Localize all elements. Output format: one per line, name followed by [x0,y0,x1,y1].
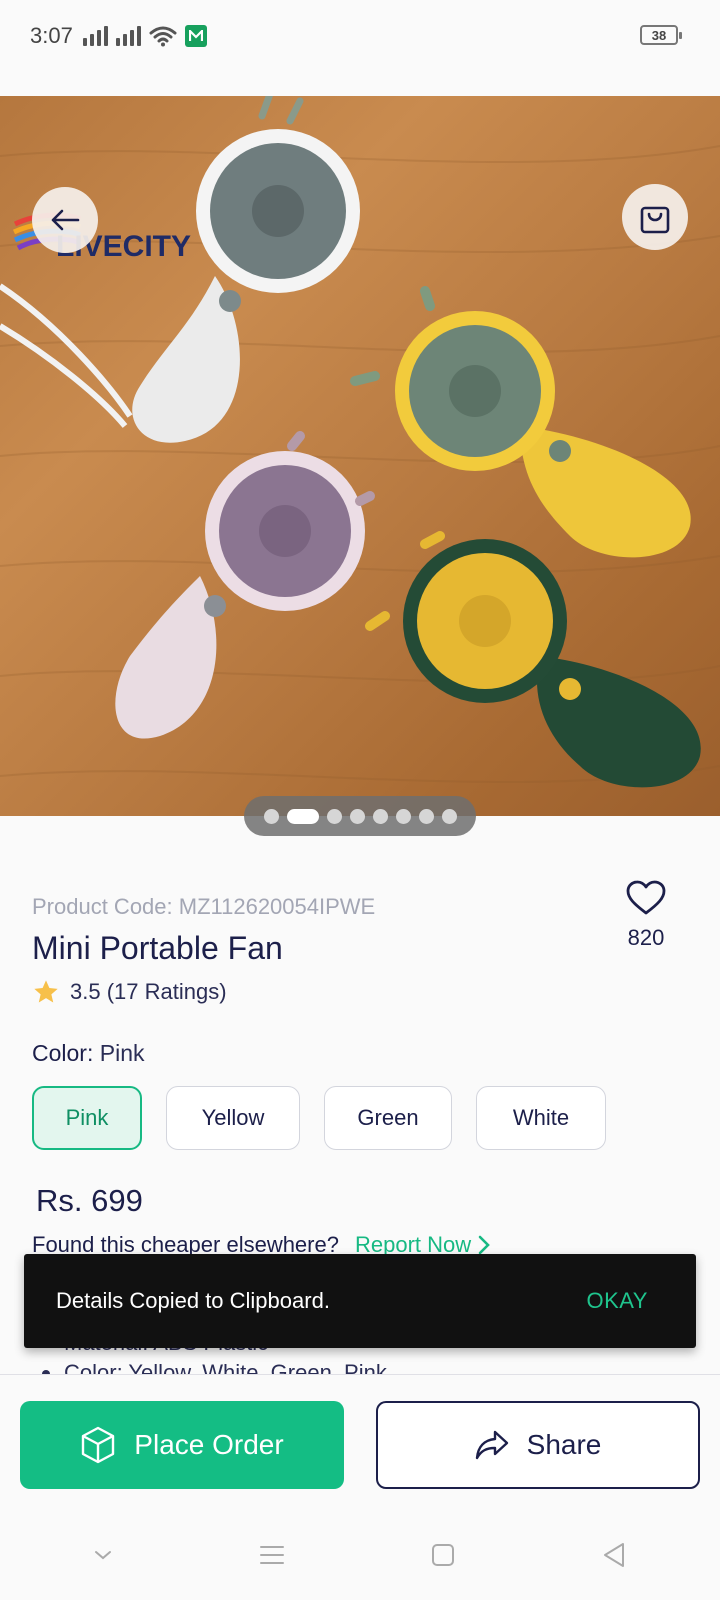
screen: 3:07 38 LIVECITY Product Code: MZ1126200… [0,0,720,1600]
carousel-dot[interactable] [441,808,457,824]
color-option-white[interactable]: White [476,1086,606,1150]
carousel-dot[interactable] [372,808,388,824]
snackbar-okay-button[interactable]: OKAY [586,1288,648,1314]
carousel-dot[interactable] [418,808,434,824]
color-option-green[interactable]: Green [324,1086,452,1150]
snackbar-message: Details Copied to Clipboard. [56,1288,330,1313]
place-order-button[interactable]: Place Order [20,1401,344,1489]
place-order-label: Place Order [134,1429,284,1460]
shopping-bag-icon [640,206,670,234]
battery-icon: 38 [640,25,682,45]
menu-icon[interactable] [259,1544,285,1566]
signal-icon-2 [115,26,141,46]
color-label-key: Color: [32,1040,94,1066]
product-code[interactable]: Product Code: MZ112620054IPWE [32,894,375,920]
carousel-dot[interactable] [263,808,279,824]
chevron-right-icon [478,1235,490,1255]
color-options: Pink Yellow Green White [32,1086,606,1150]
carousel-indicator [244,796,476,836]
back-nav-icon[interactable] [601,1541,627,1569]
heart-icon [626,880,666,915]
color-label: Color: Pink [32,1040,145,1067]
back-button[interactable] [32,187,98,253]
carousel-dot[interactable] [349,808,365,824]
status-time: 3:07 [30,23,73,48]
box-icon [82,1426,115,1464]
favorite-button[interactable]: 820 [606,880,686,951]
chevron-down-icon[interactable] [93,1549,113,1561]
rating-text: 3.5 (17 Ratings) [70,979,227,1004]
carousel-dot[interactable] [326,808,342,824]
product-title: Mini Portable Fan [32,930,283,966]
share-button[interactable]: Share [376,1401,700,1489]
color-option-pink[interactable]: Pink [32,1086,142,1150]
share-arrow-icon [475,1430,508,1460]
wifi-icon [149,26,177,47]
carousel-dot[interactable] [395,808,411,824]
bottom-action-bar: Place Order Share [0,1374,720,1504]
snackbar: Details Copied to Clipboard. OKAY [24,1254,696,1348]
signal-icon [82,26,108,46]
favorites-count: 820 [627,925,665,950]
product-image-carousel[interactable]: LIVECITY [0,96,720,816]
status-bar: 3:07 38 [0,0,720,72]
carousel-dot-active[interactable] [286,808,319,824]
color-option-yellow[interactable]: Yellow [166,1086,300,1150]
arrow-left-icon [51,209,80,231]
selected-color-value: Pink [99,1040,145,1066]
product-price: Rs. 699 [36,1183,143,1218]
notification-app-icon [184,25,207,47]
system-nav-bar [0,1510,720,1600]
star-icon [34,980,58,1003]
home-icon[interactable] [431,1543,455,1567]
share-label: Share [526,1429,602,1460]
rating-row[interactable]: 3.5 (17 Ratings) [32,978,227,1006]
cart-button[interactable] [622,184,688,250]
